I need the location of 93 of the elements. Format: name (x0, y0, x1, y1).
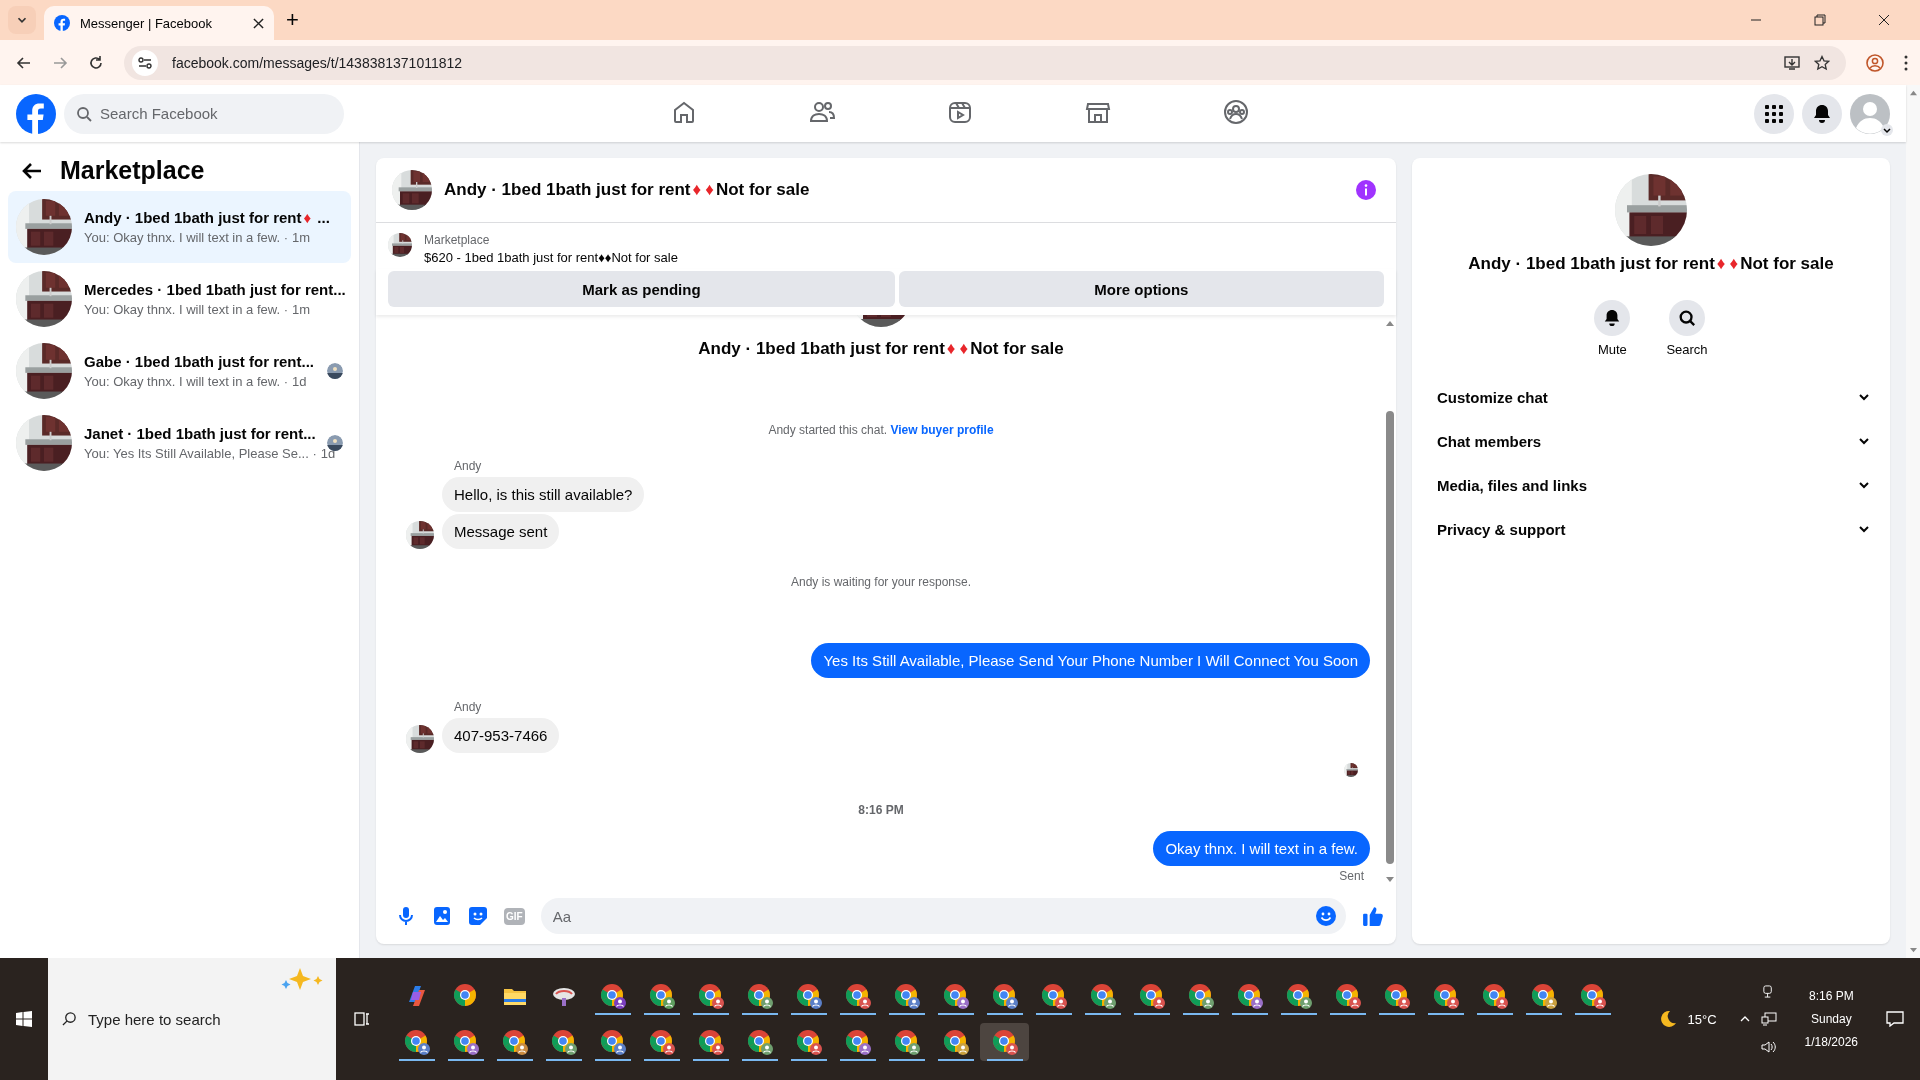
forward-icon[interactable] (52, 54, 68, 71)
message-bubble: Yes Its Still Available, Please Send Your Phone Number I Will Connect You Soon (811, 643, 1370, 678)
clock-time[interactable]: 8:16 PM (1808, 989, 1854, 1003)
start-button[interactable] (16, 1011, 32, 1027)
message-preview: You: Okay thnx. I will text in a few. · (84, 374, 288, 389)
conversation-item[interactable]: Janet · 1bed 1bath just for rent... You: Yes Its Still Available, Please Se... · 1d (8, 407, 351, 479)
browser-profile-icon[interactable] (980, 1023, 1029, 1061)
caret-icon[interactable] (1881, 123, 1893, 136)
weather-temperature[interactable]: 15°C (1687, 1011, 1717, 1027)
chat-title: Andy · 1bed 1bath just for rent♦♦Not for sale (444, 180, 810, 200)
install-icon[interactable] (1784, 54, 1800, 71)
buyer-profile-link[interactable]: View buyer profile (890, 423, 994, 437)
message-bubble: Hello, is this still available? (442, 477, 645, 512)
message-preview: You: Okay thnx. I will text in a few. · (84, 302, 288, 317)
conversation-item[interactable]: Andy · 1bed 1bath just for rent♦ ... You: Okay thnx. I will text in a few. · 1m (8, 191, 351, 263)
restore-icon[interactable] (1814, 14, 1826, 26)
message-preview: You: Yes Its Still Available, Please Se... · (84, 446, 317, 461)
search-field[interactable]: Search Facebook (64, 93, 344, 134)
message-preview: You: Okay thnx. I will text in a few. · (84, 230, 288, 245)
action-button[interactable]: Mark as pending (388, 271, 895, 307)
sticker-icon[interactable] (468, 906, 488, 926)
chat-title: Andy · 1bed 1bath just for rent♦♦Not for sale (1468, 254, 1834, 274)
conversation-title: Janet · 1bed 1bath just for rent... (84, 425, 315, 442)
listing-title: Andy · 1bed 1bath just for rent♦♦Not for sale (698, 339, 1064, 359)
message-time: 1d (292, 374, 307, 389)
scroll-down-icon[interactable] (1908, 947, 1918, 954)
volume-icon[interactable] (1760, 1039, 1777, 1054)
grid-icon (1764, 103, 1784, 124)
more-icon[interactable] (1904, 54, 1908, 71)
message-bubble: 407-953-7466 (442, 718, 560, 753)
scrollbar-thumb[interactable] (1386, 411, 1394, 864)
close-icon[interactable] (253, 17, 264, 29)
task-view-icon[interactable] (354, 1011, 370, 1027)
message-bubble: Message sent (442, 514, 560, 549)
delivery-status: Sent (1339, 869, 1364, 883)
conversation-item[interactable]: Mercedes · 1bed 1bath just for rent... You: Okay thnx. I will text in a few. · 1m (8, 263, 351, 335)
emoji-icon[interactable] (1316, 906, 1336, 926)
conversation-item[interactable]: Gabe · 1bed 1bath just for rent... You: Okay thnx. I will text in a few. · 1d (8, 335, 351, 407)
section-header[interactable]: Chat members (1428, 419, 1874, 463)
star-icon[interactable] (1814, 54, 1830, 71)
taskbar-search-field[interactable]: Type here to search (48, 958, 336, 1080)
search-button[interactable] (1669, 300, 1705, 336)
event-text: Andy is waiting for your response. (790, 575, 972, 589)
url-text: facebook.com/messages/t/1438381371011812 (172, 54, 463, 71)
scroll-up-icon[interactable] (1385, 319, 1395, 327)
image-icon[interactable] (432, 906, 452, 926)
site-settings-icon[interactable] (132, 49, 158, 76)
action-label: Mute (1597, 342, 1627, 357)
conversation-title: Andy · 1bed 1bath just for rent♦ ... (84, 209, 331, 226)
notifications-icon[interactable] (1886, 1011, 1904, 1027)
facebook-logo-icon (54, 15, 70, 31)
listing-label: Marketplace (424, 233, 491, 247)
menu-button[interactable] (1754, 93, 1794, 134)
bell-icon (1812, 103, 1832, 124)
clock-day[interactable]: Sunday (1810, 1012, 1852, 1026)
conversation-title: Gabe · 1bed 1bath just for rent... (84, 353, 315, 370)
section-header[interactable]: Customize chat (1428, 375, 1874, 419)
message-time: 1m (292, 230, 311, 245)
scroll-down-icon[interactable] (1385, 876, 1395, 884)
network-icon[interactable] (1760, 1011, 1777, 1026)
action-label: Search (1666, 342, 1708, 357)
notifications-button[interactable] (1802, 93, 1842, 134)
address-bar[interactable]: facebook.com/messages/t/1438381371011812 (124, 45, 1846, 80)
browser-tab[interactable]: Messenger | Facebook (44, 6, 274, 40)
new-tab-button[interactable]: + (282, 9, 303, 31)
profile-icon[interactable] (1866, 53, 1884, 72)
listing-title: $620 - 1bed 1bath just for rent♦♦Not for sale (424, 250, 678, 265)
reload-icon[interactable] (88, 54, 104, 71)
sidebar-title: Marketplace (60, 156, 205, 185)
microphone-icon[interactable] (396, 906, 416, 926)
back-icon[interactable] (16, 54, 32, 71)
clock-date[interactable]: 1/18/2026 (1804, 1035, 1858, 1049)
message-time: 1m (292, 302, 311, 317)
scroll-up-icon[interactable] (1908, 89, 1918, 96)
info-icon[interactable] (1356, 180, 1376, 200)
thumbs-up-icon[interactable] (1362, 905, 1384, 927)
facebook-logo-icon[interactable] (16, 93, 56, 134)
sender-name: Andy (454, 459, 483, 473)
bell-icon (1603, 309, 1622, 327)
timestamp: 8:16 PM (858, 803, 904, 817)
groups-icon (1222, 98, 1250, 126)
chat-intro-text: Andy started this chat. View buyer profile (768, 423, 994, 437)
close-icon[interactable] (1878, 14, 1890, 26)
message-time: 1d (320, 446, 336, 461)
search-icon (1678, 309, 1696, 327)
section-header[interactable]: Privacy & support (1428, 507, 1874, 551)
mute-button[interactable] (1594, 300, 1631, 336)
action-button[interactable]: More options (898, 271, 1384, 307)
message-bubble: Okay thnx. I will text in a few. (1153, 831, 1370, 866)
section-header[interactable]: Media, files and links (1428, 463, 1874, 507)
conversation-title: Mercedes · 1bed 1bath just for rent... (84, 281, 343, 298)
message-input[interactable]: Aa (540, 898, 1346, 934)
sender-name: Andy (454, 700, 483, 714)
